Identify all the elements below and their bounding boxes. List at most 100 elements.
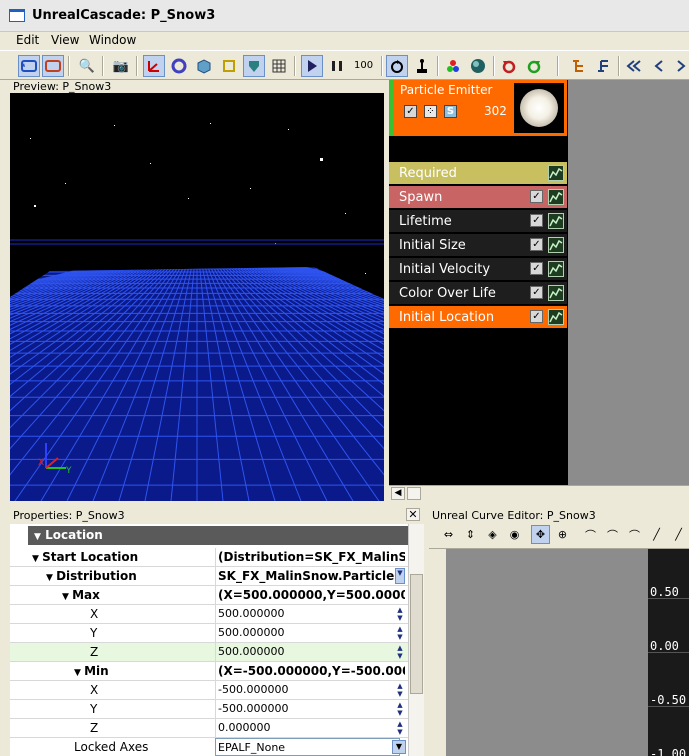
- tree-blue-icon[interactable]: [593, 55, 615, 77]
- tangent-auto-icon[interactable]: ⌒: [581, 525, 600, 544]
- locked-axes-dropdown[interactable]: EPALF_None ▼: [215, 738, 406, 756]
- expand-triangle-icon[interactable]: ▼: [32, 554, 42, 564]
- spinner-icon[interactable]: ▲ ▼: [395, 625, 405, 641]
- axis-icon[interactable]: [143, 55, 165, 77]
- emitter-render-mode-icon[interactable]: ⁘: [424, 105, 437, 118]
- tangent-flat-icon[interactable]: ╱: [669, 525, 688, 544]
- module-row[interactable]: Initial Location ✓: [389, 306, 567, 329]
- expand-triangle-icon[interactable]: ▼: [74, 668, 84, 678]
- chevron-down-icon[interactable]: ▼: [392, 740, 406, 754]
- property-row[interactable]: X 500.000000 ▲ ▼: [10, 605, 408, 624]
- play-icon[interactable]: [301, 55, 323, 77]
- tangent-break-icon[interactable]: ⌒: [625, 525, 644, 544]
- curve-graph-icon[interactable]: [548, 261, 564, 277]
- emitter-enable-checkbox[interactable]: ✓: [404, 105, 417, 118]
- zoom-icon[interactable]: ⊕: [553, 525, 572, 544]
- menu-edit[interactable]: Edit: [16, 33, 39, 47]
- scroll-thumb[interactable]: [410, 574, 423, 694]
- curve-graph-icon[interactable]: [548, 213, 564, 229]
- emitter-empty-area[interactable]: [568, 80, 689, 485]
- property-value[interactable]: (X=500.000000,Y=500.000000,Z=500.000000): [215, 586, 405, 604]
- curve-graph-icon[interactable]: [548, 165, 564, 181]
- fit-all-icon[interactable]: ◈: [483, 525, 502, 544]
- tree-orange-icon[interactable]: [568, 55, 590, 77]
- undo-icon[interactable]: [18, 55, 40, 77]
- spinner-icon[interactable]: ▲ ▼: [395, 701, 405, 717]
- module-enable-checkbox[interactable]: ✓: [530, 190, 543, 203]
- emitter-solo-icon[interactable]: S: [444, 105, 457, 118]
- reset-green-icon[interactable]: [523, 55, 545, 77]
- shield-icon[interactable]: [243, 55, 265, 77]
- preview-viewport[interactable]: Y X: [10, 93, 384, 501]
- curve-graph-icon[interactable]: [548, 285, 564, 301]
- cube-icon[interactable]: [193, 55, 215, 77]
- window-titlebar[interactable]: UnrealCascade: P_Snow3: [0, 0, 689, 32]
- property-value[interactable]: (X=-500.000000,Y=-500.000000,Z=0.000000): [215, 662, 405, 680]
- property-value[interactable]: -500.000000: [215, 681, 405, 699]
- property-row[interactable]: Y 500.000000 ▲ ▼: [10, 624, 408, 643]
- category-location[interactable]: ▼ Location: [28, 526, 424, 545]
- curve-track-list[interactable]: [446, 549, 648, 756]
- curve-graph-icon[interactable]: [548, 189, 564, 205]
- step-back-icon[interactable]: [648, 55, 670, 77]
- property-value[interactable]: (Distribution=SK_FX_MalinSnow.Particles.…: [215, 548, 405, 566]
- module-enable-checkbox[interactable]: ✓: [530, 262, 543, 275]
- close-icon[interactable]: ✕: [406, 508, 420, 521]
- module-enable-checkbox[interactable]: ✓: [530, 310, 543, 323]
- module-enable-checkbox[interactable]: ✓: [530, 214, 543, 227]
- properties-panel[interactable]: ▼ Location ▼ Start Location (Distribution…: [10, 524, 424, 756]
- orbit-icon[interactable]: [168, 55, 190, 77]
- color-dots-icon[interactable]: [442, 55, 464, 77]
- emitter-header[interactable]: Particle Emitter ✓ ⁘ S 302: [389, 80, 567, 136]
- property-row[interactable]: X -500.000000 ▲ ▼: [10, 681, 408, 700]
- menu-view[interactable]: View: [51, 33, 79, 47]
- module-enable-checkbox[interactable]: ✓: [530, 238, 543, 251]
- fit-horizontal-icon[interactable]: ⇔: [439, 525, 458, 544]
- reset-red-icon[interactable]: [498, 55, 520, 77]
- tangent-user-icon[interactable]: ⌒: [603, 525, 622, 544]
- sphere-icon[interactable]: [467, 55, 489, 77]
- scroll-left-icon[interactable]: ◀: [391, 487, 405, 500]
- property-value[interactable]: 500.000000: [215, 643, 405, 661]
- spinner-icon[interactable]: ▲ ▼: [395, 606, 405, 622]
- module-row[interactable]: Initial Velocity ✓: [389, 258, 567, 281]
- property-row[interactable]: Y -500.000000 ▲ ▼: [10, 700, 408, 719]
- fit-selected-icon[interactable]: ◉: [505, 525, 524, 544]
- module-enable-checkbox[interactable]: ✓: [530, 286, 543, 299]
- property-value[interactable]: -500.000000: [215, 700, 405, 718]
- property-value[interactable]: 0.000000: [215, 719, 405, 737]
- expand-triangle-icon[interactable]: ▼: [62, 592, 72, 602]
- loop-icon[interactable]: [386, 55, 408, 77]
- lod-value[interactable]: 100: [354, 60, 373, 71]
- camera-icon[interactable]: 📷: [110, 55, 132, 77]
- spinner-icon[interactable]: ▲ ▼: [395, 720, 405, 736]
- scroll-thumb[interactable]: [407, 487, 421, 500]
- property-row[interactable]: ▼ Distribution SK_FX_MalinSnow.Particles.…: [10, 567, 408, 586]
- redo-icon[interactable]: [42, 55, 64, 77]
- search-icon[interactable]: 🔍: [76, 55, 98, 77]
- curve-graph[interactable]: 0.50 0.00 -0.50 -1.00: [648, 549, 689, 756]
- fit-vertical-icon[interactable]: ⇕: [461, 525, 480, 544]
- spinner-icon[interactable]: ▲ ▼: [395, 644, 405, 660]
- module-row[interactable]: Initial Size ✓: [389, 234, 567, 257]
- bounds-icon[interactable]: [218, 55, 240, 77]
- property-row[interactable]: Z 0.000000 ▲ ▼: [10, 719, 408, 738]
- pan-icon[interactable]: ✥: [531, 525, 550, 544]
- emitter-hscrollbar[interactable]: ◀: [389, 485, 689, 501]
- expand-triangle-icon[interactable]: ▼: [46, 573, 56, 583]
- step-forward-icon[interactable]: [670, 55, 689, 77]
- joystick-icon[interactable]: [411, 55, 433, 77]
- grid-icon[interactable]: [268, 55, 290, 77]
- property-row[interactable]: ▼ Max (X=500.000000,Y=500.000000,Z=500.00…: [10, 586, 408, 605]
- menu-window[interactable]: Window: [89, 33, 136, 47]
- module-row[interactable]: Color Over Life ✓: [389, 282, 567, 305]
- module-row[interactable]: Spawn ✓: [389, 186, 567, 209]
- curve-graph-icon[interactable]: [548, 237, 564, 253]
- property-row[interactable]: Z 500.000000 ▲ ▼: [10, 643, 408, 662]
- module-row[interactable]: Lifetime ✓: [389, 210, 567, 233]
- property-row[interactable]: Locked Axes EPALF_None ▼: [10, 738, 408, 756]
- curve-graph-icon[interactable]: [548, 309, 564, 325]
- property-value[interactable]: SK_FX_MalinSnow.Particles.I: [215, 567, 405, 585]
- rewind-icon[interactable]: [623, 55, 645, 77]
- module-row[interactable]: Required: [389, 162, 567, 185]
